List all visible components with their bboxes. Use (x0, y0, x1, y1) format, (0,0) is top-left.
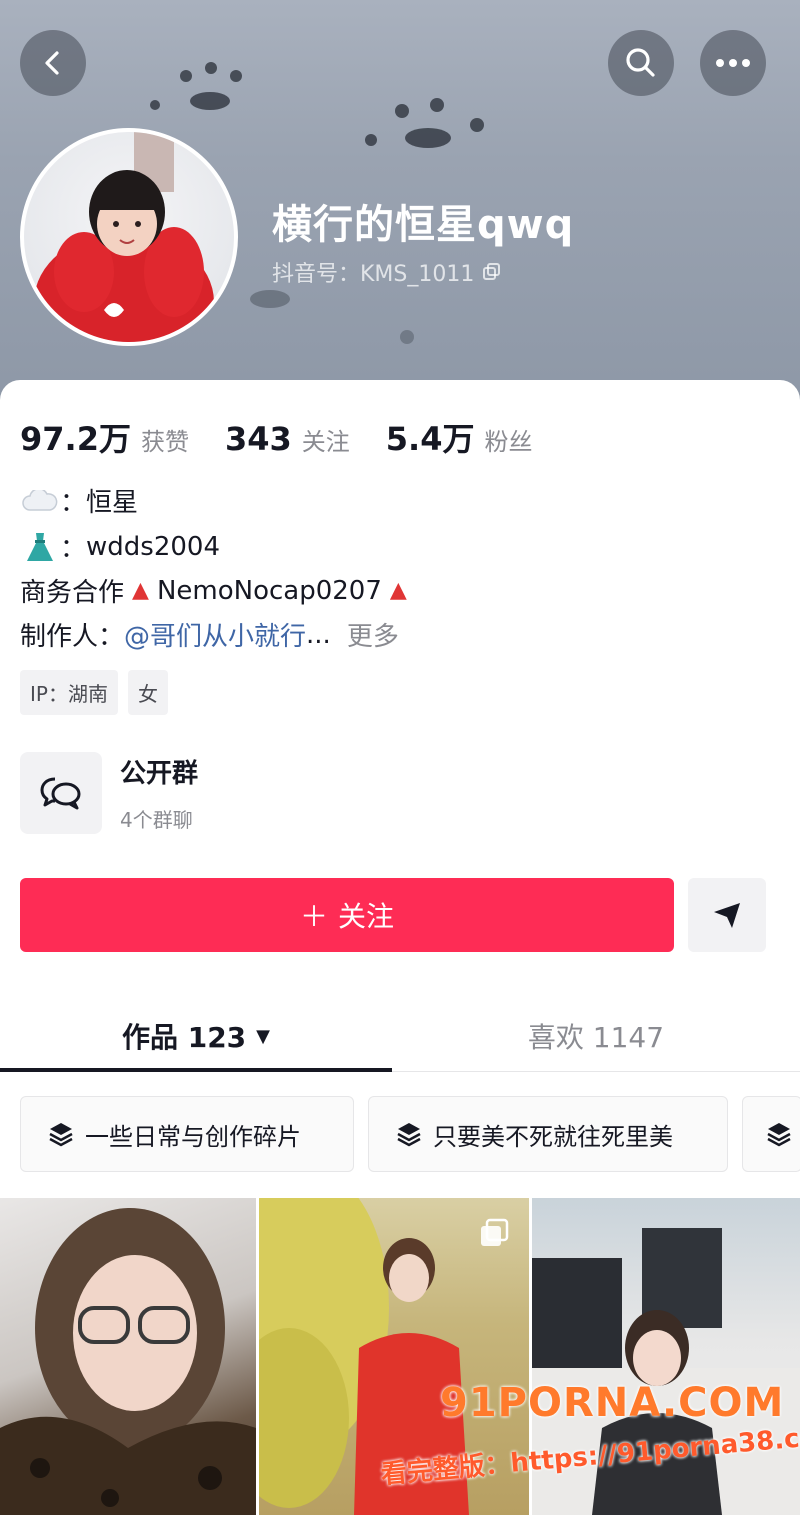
collection-chips: 一些日常与创作碎片 只要美不死就往死里美 (20, 1096, 800, 1172)
collection-chip[interactable]: 一些日常与创作碎片 (20, 1096, 354, 1172)
search-icon (626, 48, 655, 77)
layers-icon (397, 1123, 421, 1147)
douyin-id-text: 抖音号：KMS_1011 (272, 262, 475, 287)
following-count[interactable]: 343 (225, 420, 292, 458)
video-thumbnail[interactable] (0, 1198, 256, 1515)
bio-ellipsis: ... (306, 619, 331, 650)
search-button[interactable] (608, 30, 674, 96)
cloud-icon (20, 489, 60, 512)
back-button[interactable] (20, 30, 86, 96)
more-button[interactable] (700, 30, 766, 96)
bio-prefix: 商务合作 (20, 578, 125, 608)
tab-works-label: 作品 123 (121, 1021, 247, 1054)
bio-separator: ： (60, 488, 87, 518)
profile-banner: 横行的恒星qwq 抖音号：KMS_1011 (0, 0, 800, 400)
collection-chip[interactable] (742, 1096, 800, 1172)
bio-line-producer: 制作人： @哥们从小就行 ... 更多 (20, 616, 399, 653)
likes-count[interactable]: 97.2万 (20, 414, 131, 460)
producer-mention-link[interactable]: @哥们从小就行 (124, 616, 306, 653)
layers-icon (49, 1123, 73, 1147)
bio-line-business: 商务合作 ▲ NemoNocap0207 ▲ (20, 572, 415, 609)
profile-stats: 97.2万 获赞 343 关注 5.4万 粉丝 (20, 414, 568, 460)
watermark-logo: 91PORNA.COM (440, 1380, 785, 1426)
group-subtitle: 4个群聊 (120, 808, 193, 832)
send-arrow-icon (714, 903, 740, 928)
bio-prefix: 制作人： (20, 622, 125, 652)
profile-nickname: 横行的恒星qwq (272, 202, 575, 248)
gender-tag: 女 (127, 670, 168, 715)
public-group-entry[interactable]: 公开群 4个群聊 (20, 752, 198, 834)
profile-tags: IP：湖南 女 (20, 670, 168, 715)
layers-icon (767, 1123, 791, 1147)
active-tab-indicator (0, 1068, 392, 1072)
copy-icon[interactable] (482, 262, 502, 282)
red-triangle-icon: ▲ (132, 578, 149, 603)
douyin-id[interactable]: 抖音号：KMS_1011 (272, 256, 502, 288)
red-triangle-icon: ▲ (389, 578, 407, 603)
content-tabs: 作品 123 ▼ 喜欢 1147 (0, 1000, 800, 1072)
caret-down-icon: ▼ (256, 1025, 271, 1047)
more-dots-icon (716, 59, 750, 67)
following-label: 关注 (301, 428, 350, 456)
thumbnail-image (0, 1208, 256, 1515)
bio-more-button[interactable]: 更多 (347, 616, 399, 653)
profile-card: 97.2万 获赞 343 关注 5.4万 粉丝 ： 恒星 ： wdds2004 … (0, 380, 800, 1515)
bio-separator: ： (60, 534, 87, 564)
multi-image-icon (481, 1218, 509, 1246)
followers-label: 粉丝 (484, 428, 533, 456)
watermark-overlay: 91PORNA.COM 看完整版：https://91porna38.com (380, 1380, 800, 1490)
plus-icon: ＋ (299, 900, 328, 933)
collection-label: 只要美不死就往死里美 (433, 1122, 673, 1151)
bio-text: wdds2004 (86, 531, 221, 562)
bio-text: 恒星 (86, 488, 139, 518)
dress-icon (20, 531, 60, 563)
group-text: 公开群 4个群聊 (120, 753, 198, 833)
follow-button[interactable]: ＋ 关注 (20, 878, 674, 952)
follow-label: 关注 (338, 900, 395, 933)
collection-label: 一些日常与创作碎片 (85, 1122, 301, 1151)
avatar[interactable] (20, 128, 238, 346)
tab-likes-label: 喜欢 1147 (527, 1021, 665, 1054)
ip-location-tag: IP：湖南 (20, 670, 118, 715)
followers-count[interactable]: 5.4万 (386, 414, 475, 460)
tab-likes[interactable]: 喜欢 1147 (400, 1000, 792, 1072)
share-button[interactable] (688, 878, 766, 952)
group-title: 公开群 (120, 759, 199, 789)
bio-line-cloud: ： 恒星 (20, 482, 138, 519)
likes-label: 获赞 (140, 428, 189, 456)
tab-works[interactable]: 作品 123 ▼ (0, 1000, 392, 1072)
avatar-image (34, 132, 214, 342)
chevron-left-icon (45, 51, 59, 75)
bio-text: NemoNocap0207 (156, 575, 382, 606)
collection-chip[interactable]: 只要美不死就往死里美 (368, 1096, 728, 1172)
bio-line-dress: ： wdds2004 (20, 528, 220, 565)
group-chat-icon (20, 752, 102, 834)
